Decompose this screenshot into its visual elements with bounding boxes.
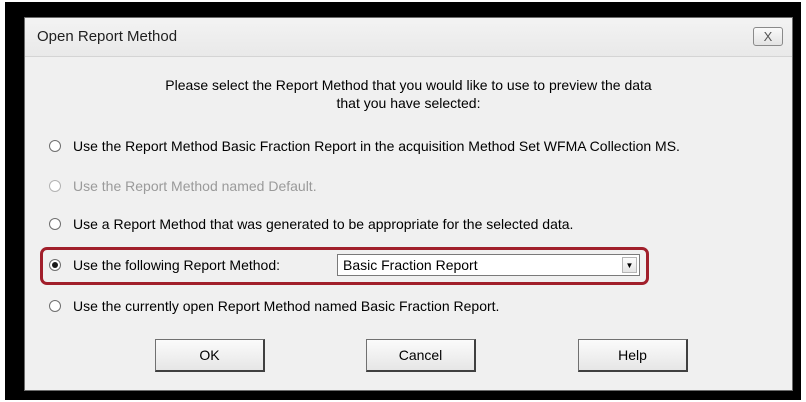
close-icon: X	[763, 29, 773, 44]
option-default-method: Use the Report Method named Default.	[49, 176, 317, 196]
radio-button-selected[interactable]	[49, 259, 61, 271]
option-label: Use a Report Method that was generated t…	[73, 216, 574, 232]
help-button[interactable]: Help	[578, 339, 688, 372]
report-method-select[interactable]: Basic Fraction Report ▼	[337, 254, 640, 276]
report-method-select-value: Basic Fraction Report	[343, 257, 478, 273]
option-label: Use the Report Method named Default.	[73, 178, 317, 194]
dialog-title: Open Report Method	[37, 28, 178, 45]
option-label: Use the Report Method Basic Fraction Rep…	[73, 138, 680, 154]
radio-button	[49, 180, 61, 192]
screenshot-frame: Open Report Method X Please select the R…	[5, 2, 801, 400]
instruction-text: Please select the Report Method that you…	[25, 76, 792, 112]
option-following-method[interactable]: Use the following Report Method:	[49, 255, 280, 275]
instruction-line-1: Please select the Report Method that you…	[165, 77, 652, 93]
instruction-line-2: that you have selected:	[336, 95, 481, 111]
chevron-down-icon[interactable]: ▼	[622, 257, 637, 273]
option-label: Use the following Report Method:	[73, 257, 280, 273]
option-currently-open-method[interactable]: Use the currently open Report Method nam…	[49, 296, 499, 316]
open-report-method-dialog: Open Report Method X Please select the R…	[24, 17, 793, 391]
radio-button[interactable]	[49, 140, 61, 152]
option-acquisition-method[interactable]: Use the Report Method Basic Fraction Rep…	[49, 136, 680, 156]
radio-button[interactable]	[49, 218, 61, 230]
option-generated-method[interactable]: Use a Report Method that was generated t…	[49, 214, 573, 234]
radio-button[interactable]	[49, 300, 61, 312]
title-bar: Open Report Method X	[25, 18, 792, 57]
option-label: Use the currently open Report Method nam…	[73, 298, 500, 314]
ok-button[interactable]: OK	[155, 339, 265, 372]
close-button[interactable]: X	[753, 27, 783, 46]
cancel-button[interactable]: Cancel	[366, 339, 476, 372]
